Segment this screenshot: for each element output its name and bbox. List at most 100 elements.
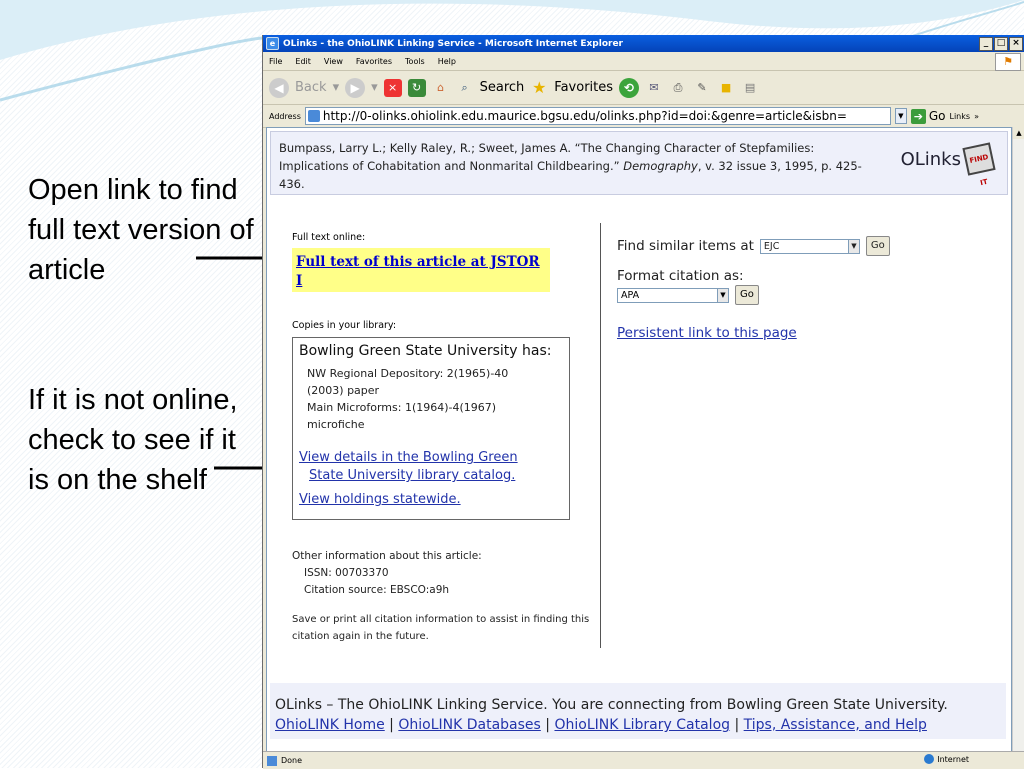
home-icon[interactable]: ⌂ [432,79,450,97]
scroll-up-icon[interactable]: ▲ [1013,127,1024,139]
right-column: Find similar items at EJC ▼ Go Format ci… [617,236,997,341]
mail-icon[interactable]: ✉ [645,79,663,97]
olinks-logo-text: OLinks [900,148,961,170]
holding-line: (2003) paper [307,384,380,397]
favorites-star-icon[interactable]: ★ [530,78,548,97]
research-icon[interactable]: ▤ [741,79,759,97]
persistent-link[interactable]: Persistent link to this page [617,325,997,341]
ie-icon: e [266,37,279,50]
footer-separator: | [384,717,399,733]
page-status-icon [267,755,277,766]
find-similar-label: Find similar items at [617,238,754,254]
forward-dropdown-icon[interactable]: ▾ [371,80,378,95]
footer-separator: | [540,717,555,733]
page-icon [307,110,320,122]
menu-favorites[interactable]: Favorites [356,57,392,66]
citation-text: Bumpass, Larry L.; Kelly Raley, R.; Swee… [279,139,879,193]
forward-arrow-icon[interactable]: ▶ [345,77,366,98]
menu-tools[interactable]: Tools [405,57,425,66]
full-text-link[interactable]: Full text of this article at JSTOR I [296,254,540,289]
footer-text: OLinks – The OhioLINK Linking Service. Y… [275,697,948,713]
links-chevron-icon[interactable]: » [974,112,979,121]
zone-text: Internet [937,754,969,764]
window-title: OLinks - the OhioLINK Linking Service - … [283,38,623,49]
favorites-button[interactable]: Favorites [554,80,613,95]
format-citation-row: APA ▼ Go [617,285,997,305]
back-dropdown-icon[interactable]: ▾ [333,80,340,95]
vertical-scrollbar[interactable]: ▲ [1012,127,1024,758]
other-info-label: Other information about this article: [292,550,482,562]
footer: OLinks – The OhioLINK Linking Service. Y… [270,683,1006,739]
security-zone: Internet [924,754,969,764]
browser-window: e OLinks - the OhioLINK Linking Service … [262,35,1024,769]
holding-line: Main Microforms: 1(1964)-4(1967) [307,401,497,414]
menu-bar: File Edit View Favorites Tools Help ⚑ [263,52,1024,71]
save-note: Save or print all citation information t… [292,614,590,642]
back-button[interactable]: Back [295,80,327,95]
globe-icon [924,754,935,764]
find-similar-row: Find similar items at EJC ▼ Go [617,236,997,256]
status-text: Done [281,756,303,765]
holding-line: microfiche [307,418,365,431]
search-button[interactable]: Search [480,80,525,95]
catalog-details-link[interactable]: View details in the Bowling Green State … [293,449,569,485]
find-similar-select[interactable]: EJC ▼ [759,238,860,254]
maximize-icon[interactable]: □ [994,37,1008,51]
dropdown-arrow-icon: ▼ [717,288,728,302]
library-title: Bowling Green State University has: [299,343,552,359]
footer-separator: | [730,717,744,733]
footer-link-help[interactable]: Tips, Assistance, and Help [744,717,927,733]
citation-journal: Demography [623,159,698,173]
full-text-highlight: Full text of this article at JSTOR I [292,248,550,292]
window-controls: _ □ × [979,37,1023,51]
go-arrow-icon: ➔ [910,108,926,124]
menu-help[interactable]: Help [438,57,456,66]
find-similar-go-button[interactable]: Go [865,236,890,256]
dropdown-arrow-icon: ▼ [847,239,859,253]
status-bar: Done Internet [263,751,1024,769]
footer-links: OhioLINK Home | OhioLINK Databases | Ohi… [275,717,927,733]
footer-link-databases[interactable]: OhioLINK Databases [398,717,540,733]
left-column: Full text online: Full text of this arti… [292,232,612,645]
go-label: Go [928,109,946,123]
find-similar-value: EJC [763,240,780,252]
address-dropdown-icon[interactable]: ▼ [894,108,907,124]
olinks-logo: OLinks FIND IT [900,142,996,187]
catalog-link-line-2[interactable]: State University library catalog. [299,467,569,485]
statewide-holdings-link[interactable]: View holdings statewide. [293,491,569,509]
other-info: Other information about this article: IS… [292,548,612,599]
refresh-icon[interactable]: ↻ [407,78,426,97]
citation-source: Citation source: EBSCO:a9h [304,584,450,596]
links-label[interactable]: Links [950,112,971,121]
minimize-icon[interactable]: _ [979,37,993,51]
menu-edit[interactable]: Edit [295,57,311,66]
address-label: Address [269,111,301,121]
print-icon[interactable]: ⎙ [669,79,687,97]
edit-icon[interactable]: ✎ [693,79,711,97]
format-citation-label: Format citation as: [617,268,744,284]
windows-flag-icon: ⚑ [995,53,1021,71]
address-input[interactable]: http://0-olinks.ohiolink.edu.maurice.bgs… [304,107,891,125]
folder-icon[interactable]: ■ [717,79,735,97]
catalog-link-line-1[interactable]: View details in the Bowling Green [299,449,569,467]
history-icon[interactable]: ⟲ [619,77,640,98]
address-url: http://0-olinks.ohiolink.edu.maurice.bgs… [322,109,847,123]
menu-view[interactable]: View [324,57,343,66]
search-icon[interactable]: ⌕ [456,79,474,97]
copies-label: Copies in your library: [292,320,397,331]
library-holdings-box: Bowling Green State University has: NW R… [292,337,570,520]
close-icon[interactable]: × [1009,37,1023,51]
title-bar: e OLinks - the OhioLINK Linking Service … [263,35,1024,52]
format-citation-select[interactable]: APA ▼ [617,287,729,303]
menu-file[interactable]: File [269,57,282,66]
address-bar: Address http://0-olinks.ohiolink.edu.mau… [263,105,1024,128]
find-it-icon: FIND IT [962,142,996,187]
go-button[interactable]: ➔ Go [910,108,946,124]
back-arrow-icon[interactable]: ◀ [269,77,289,98]
footer-link-catalog[interactable]: OhioLINK Library Catalog [554,717,730,733]
stop-icon[interactable]: × [383,78,402,97]
footer-link-home[interactable]: OhioLINK Home [275,717,385,733]
format-citation-go-button[interactable]: Go [735,285,759,305]
annotation-check-shelf: If it is not online, check to see if it … [28,384,238,496]
toolbar: ◀ Back ▾ ▶ ▾ × ↻ ⌂ ⌕ Search ★ Favorites … [263,71,1024,105]
